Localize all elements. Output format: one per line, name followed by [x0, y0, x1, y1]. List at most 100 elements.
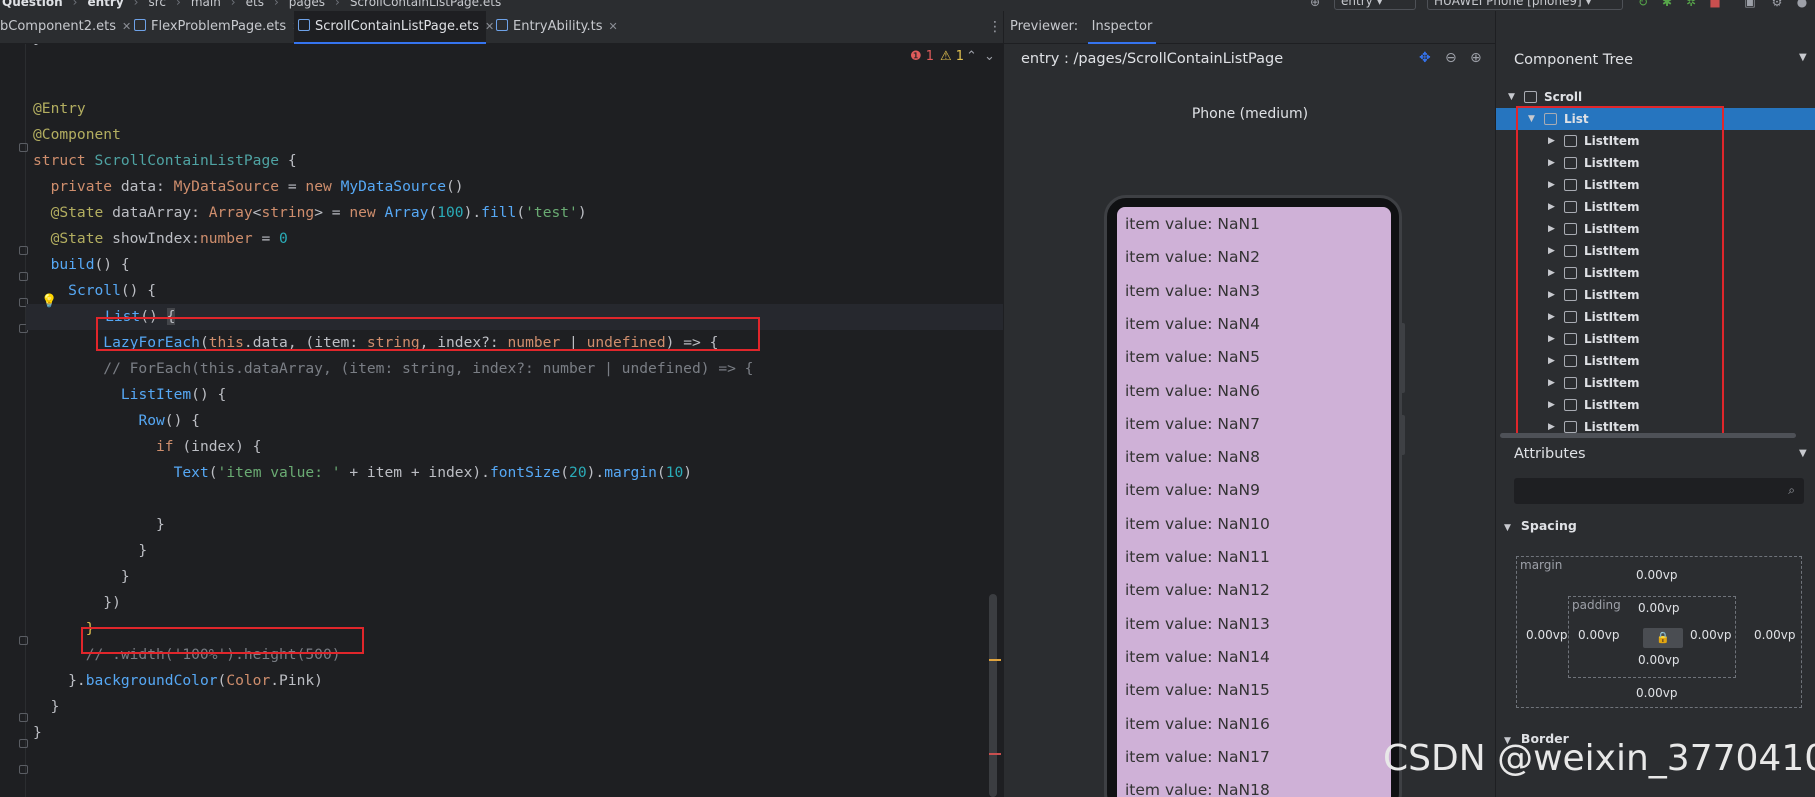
move-icon[interactable]: ✥ — [1419, 50, 1431, 66]
code-line: @State dataArray: Array<string> = new Ar… — [50, 204, 587, 221]
chevron-down-icon: ▾ — [1376, 0, 1383, 8]
fold-marker-icon[interactable] — [19, 636, 28, 645]
target-icon[interactable]: ⊕ — [1308, 0, 1322, 9]
list-item[interactable]: item value: NaN14 — [1125, 648, 1270, 666]
error-count[interactable]: ❶ 1 — [910, 49, 934, 64]
zoom-out-icon[interactable]: ⊖ — [1445, 50, 1457, 66]
list-item[interactable]: item value: NaN6 — [1125, 382, 1260, 400]
tab-label: FlexProblemPage.ets — [151, 19, 287, 34]
file-icon — [298, 19, 310, 31]
lightbulb-icon[interactable]: 💡 — [41, 295, 57, 309]
more-vertical-icon[interactable]: ⋮ — [988, 11, 1002, 43]
run-icon[interactable]: ↻ — [1636, 0, 1650, 9]
file-icon — [134, 19, 146, 31]
fold-marker-icon[interactable] — [19, 143, 28, 152]
list-item[interactable]: item value: NaN13 — [1125, 615, 1270, 633]
chevron-down-icon[interactable]: ⌄ — [984, 49, 995, 64]
close-icon[interactable]: ✕ — [609, 20, 618, 33]
fold-marker-icon[interactable] — [19, 272, 28, 281]
warning-marker[interactable] — [989, 659, 1001, 661]
spacing-section-header[interactable]: ▼ Spacing — [1504, 518, 1577, 533]
editor-scrollbar[interactable] — [989, 594, 997, 797]
lock-icon[interactable]: 🔒 — [1643, 628, 1683, 648]
device-manager-icon[interactable]: ▣ — [1743, 0, 1757, 9]
breadcrumb-item[interactable]: ScrollContainListPage.ets — [350, 0, 501, 9]
breadcrumb-item[interactable]: src — [148, 0, 166, 9]
tree-scrollbar[interactable] — [1500, 433, 1796, 438]
list-item[interactable]: item value: NaN2 — [1125, 248, 1260, 266]
fold-marker-icon[interactable] — [19, 765, 28, 774]
margin-left-value[interactable]: 0.00vp — [1526, 628, 1567, 642]
editor-tab[interactable]: FlexProblemPage.ets✕ — [130, 11, 301, 44]
breadcrumb-item[interactable]: ets — [246, 0, 264, 9]
error-marker[interactable] — [989, 753, 1001, 755]
tab-inspector[interactable]: Inspector — [1088, 11, 1156, 44]
padding-bottom-value[interactable]: 0.00vp — [1638, 653, 1679, 667]
attribute-search-input[interactable]: ⌕ — [1514, 478, 1804, 504]
padding-right-value[interactable]: 0.00vp — [1690, 628, 1731, 642]
watermark: CSDN @weixin_37704103 — [1383, 738, 1815, 779]
warning-count[interactable]: ⚠ 1 — [940, 49, 964, 64]
list-item[interactable]: item value: NaN16 — [1125, 715, 1270, 733]
code-editor[interactable]: ❶ 1 ⚠ 1 ⌃ ⌄ } @Entry @Component struct S… — [0, 44, 1003, 797]
fold-marker-icon[interactable] — [19, 739, 28, 748]
user-icon[interactable]: ● — [1795, 0, 1809, 9]
margin-label: margin — [1520, 558, 1563, 572]
list-item[interactable]: item value: NaN11 — [1125, 548, 1270, 566]
breadcrumb-item[interactable]: Question — [2, 0, 63, 9]
chevron-right-icon: › — [335, 0, 340, 9]
module-select[interactable]: entry ▾ — [1334, 0, 1416, 10]
padding-top-value[interactable]: 0.00vp — [1638, 601, 1679, 615]
margin-top-value[interactable]: 0.00vp — [1636, 568, 1677, 582]
debug-icon[interactable]: ✱ — [1660, 0, 1674, 9]
list-item[interactable]: item value: NaN12 — [1125, 581, 1270, 599]
list-item[interactable]: item value: NaN8 — [1125, 448, 1260, 466]
profile-icon[interactable]: ✲ — [1684, 0, 1698, 9]
error-count-value: 1 — [925, 49, 935, 64]
zoom-in-icon[interactable]: ⊕ — [1470, 50, 1482, 66]
device-select[interactable]: HUAWEI Phone [phone9] ▾ — [1427, 0, 1623, 10]
breadcrumb-item[interactable]: main — [191, 0, 221, 9]
collapse-icon[interactable]: ▼ — [1799, 52, 1807, 63]
collapse-icon[interactable]: ▼ — [1799, 448, 1807, 459]
breadcrumb: Question › entry › src › main › ets › pages › Scroll… — [2, 0, 511, 9]
expand-down-icon[interactable]: ▼ — [1508, 86, 1515, 108]
fold-marker-icon[interactable] — [19, 246, 28, 255]
list-item[interactable]: item value: NaN5 — [1125, 348, 1260, 366]
list-item[interactable]: item value: NaN3 — [1125, 282, 1260, 300]
list-item[interactable]: item value: NaN10 — [1125, 515, 1270, 533]
highlight-box-width-comment — [81, 627, 364, 654]
list-item[interactable]: item value: NaN7 — [1125, 415, 1260, 433]
device-label: HUAWEI Phone [phone9] — [1434, 0, 1582, 8]
editor-tab[interactable]: EntryAbility.ts ✕ — [492, 11, 642, 44]
chevron-down-icon: ▼ — [1504, 523, 1511, 533]
fold-marker-icon[interactable] — [19, 713, 28, 722]
editor-tab[interactable]: bComponent2.ets ✕ — [0, 11, 131, 44]
list-item[interactable]: item value: NaN1 — [1125, 215, 1260, 233]
search-icon: ⌕ — [1788, 483, 1795, 497]
tab-previewer[interactable]: Previewer: — [1010, 11, 1078, 43]
chevron-right-icon: › — [230, 0, 236, 9]
list-item[interactable]: item value: NaN9 — [1125, 481, 1260, 499]
editor-tab-active[interactable]: ScrollContainListPage.ets ✕ — [294, 11, 494, 44]
margin-bottom-value[interactable]: 0.00vp — [1636, 686, 1677, 700]
chevron-right-icon: › — [133, 0, 139, 9]
code-line: @State showIndex:number = 0 — [50, 230, 288, 247]
list-item[interactable]: item value: NaN18 — [1125, 781, 1270, 797]
tab-label: EntryAbility.ts — [513, 19, 603, 34]
settings-icon[interactable]: ⚙ — [1770, 0, 1784, 9]
list-item[interactable]: item value: NaN17 — [1125, 748, 1270, 766]
breadcrumb-item[interactable]: entry — [87, 0, 123, 9]
code-line: }) — [33, 594, 121, 611]
padding-left-value[interactable]: 0.00vp — [1578, 628, 1619, 642]
padding-label: padding — [1572, 598, 1621, 612]
margin-right-value[interactable]: 0.00vp — [1754, 628, 1795, 642]
tree-node-scroll[interactable]: ▼ Scroll — [1496, 86, 1815, 108]
list-item[interactable]: item value: NaN4 — [1125, 315, 1260, 333]
chevron-up-icon[interactable]: ⌃ — [966, 49, 977, 64]
list-preview[interactable]: item value: NaN1 item value: NaN2 item val… — [1117, 207, 1391, 797]
stop-icon[interactable]: ■ — [1708, 0, 1722, 9]
list-item[interactable]: item value: NaN15 — [1125, 681, 1270, 699]
breadcrumb-item[interactable]: pages — [289, 0, 325, 9]
code-line: if (index) { — [156, 438, 262, 455]
